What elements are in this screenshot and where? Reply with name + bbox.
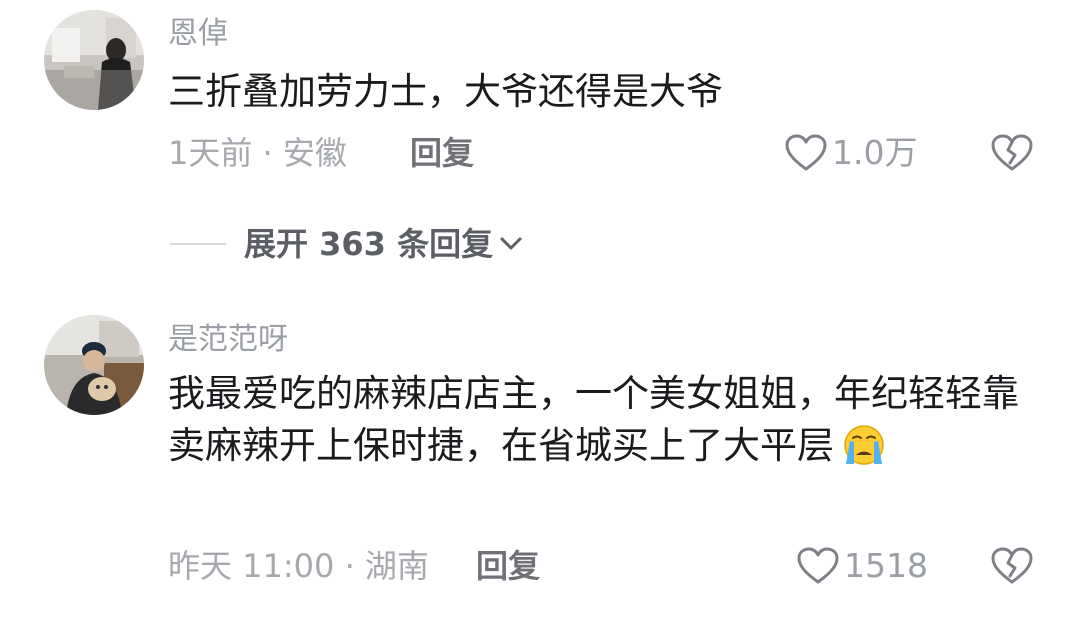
comment-meta: 昨天 11:00 · 湖南 xyxy=(168,546,429,586)
like-count: 1518 xyxy=(844,546,928,585)
comment-time: 昨天 11:00 xyxy=(168,547,335,585)
crying-face-emoji xyxy=(844,425,884,465)
dislike-button[interactable] xyxy=(990,133,1034,173)
comment-text-body: 我最爱吃的麻辣店店主，一个美女姐姐，年纪轻轻靠卖麻辣开上保时捷，在省城买上了大平… xyxy=(168,372,1019,467)
like-button[interactable]: 1.0万 xyxy=(784,133,917,173)
avatar[interactable] xyxy=(44,10,144,110)
comment-time: 1天前 xyxy=(168,134,253,172)
meta-separator: · xyxy=(344,547,355,585)
expand-replies-button[interactable]: 展开 363 条回复 xyxy=(170,222,527,266)
comment-location: 湖南 xyxy=(364,547,429,585)
heart-outline-icon xyxy=(785,134,827,171)
meta-separator: · xyxy=(262,134,273,172)
like-button[interactable]: 1518 xyxy=(796,546,928,586)
avatar[interactable] xyxy=(44,315,144,415)
reply-button[interactable]: 回复 xyxy=(476,546,540,586)
broken-heart-icon xyxy=(991,547,1033,584)
comment-location: 安徽 xyxy=(282,134,347,172)
broken-heart-icon xyxy=(991,134,1033,171)
chevron-down-icon xyxy=(500,237,522,250)
heart-outline-icon xyxy=(797,547,839,584)
comment-text: 我最爱吃的麻辣店店主，一个美女姐姐，年纪轻轻靠卖麻辣开上保时捷，在省城买上了大平… xyxy=(168,368,1028,472)
comment-username[interactable]: 是范范呀 xyxy=(168,322,288,358)
expand-replies-label: 展开 363 条回复 xyxy=(244,225,494,263)
comment-meta: 1天前 · 安徽 xyxy=(168,133,347,173)
dislike-button[interactable] xyxy=(990,546,1034,586)
avatar-image xyxy=(44,315,144,415)
avatar-image xyxy=(44,10,144,110)
like-count: 1.0万 xyxy=(832,133,918,172)
expand-divider xyxy=(170,243,226,245)
comment-text: 三折叠加劳力士，大爷还得是大爷 xyxy=(168,70,723,113)
comment-username[interactable]: 恩倬 xyxy=(168,16,228,52)
reply-button[interactable]: 回复 xyxy=(410,133,474,173)
